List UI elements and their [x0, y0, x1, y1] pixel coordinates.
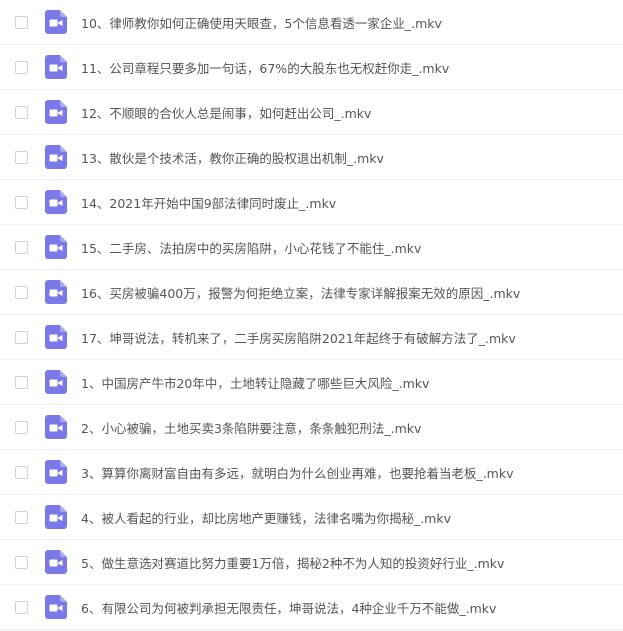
- file-name[interactable]: 4、被人看起的行业，却比房地产更赚钱，法律名嘴为你揭秘_.mkv: [81, 508, 451, 527]
- file-row[interactable]: 14、2021年开始中国9部法律同时废止_.mkv: [0, 180, 623, 225]
- file-name[interactable]: 16、买房被骗400万，报警为何拒绝立案，法律专家详解报案无效的原因_.mkv: [81, 283, 520, 302]
- row-checkbox[interactable]: [15, 150, 28, 164]
- row-checkbox[interactable]: [15, 15, 28, 29]
- file-row[interactable]: 13、散伙是个技术活，教你正确的股权退出机制_.mkv: [0, 135, 623, 180]
- row-checkbox[interactable]: [15, 420, 28, 434]
- file-name[interactable]: 15、二手房、法拍房中的买房陷阱，小心花钱了不能住_.mkv: [81, 238, 421, 257]
- video-file-icon: [45, 145, 67, 169]
- file-row[interactable]: 17、坤哥说法，转机来了，二手房买房陷阱2021年起终于有破解方法了_.mkv: [0, 315, 623, 360]
- file-name[interactable]: 14、2021年开始中国9部法律同时废止_.mkv: [81, 193, 336, 212]
- row-checkbox[interactable]: [15, 285, 28, 299]
- file-list: 10、律师教你如何正确使用天眼查，5个信息看透一家企业_.mkv 11、公司章程…: [0, 0, 623, 631]
- row-checkbox[interactable]: [15, 465, 28, 479]
- video-file-icon: [45, 190, 67, 214]
- video-file-icon: [45, 415, 67, 439]
- video-file-icon: [45, 235, 67, 259]
- file-row[interactable]: 3、算算你离财富自由有多远，就明白为什么创业再难，也要抢着当老板_.mkv: [0, 450, 623, 495]
- file-name[interactable]: 5、做生意选对赛道比努力重要1万倍，揭秘2种不为人知的投资好行业_.mkv: [81, 553, 504, 572]
- video-file-icon: [45, 10, 67, 34]
- file-row[interactable]: 15、二手房、法拍房中的买房陷阱，小心花钱了不能住_.mkv: [0, 225, 623, 270]
- file-name[interactable]: 3、算算你离财富自由有多远，就明白为什么创业再难，也要抢着当老板_.mkv: [81, 463, 514, 482]
- video-file-icon: [45, 505, 67, 529]
- file-name[interactable]: 12、不顺眼的合伙人总是闹事，如何赶出公司_.mkv: [81, 103, 371, 122]
- file-row[interactable]: 1、中国房产牛市20年中，土地转让隐藏了哪些巨大风险_.mkv: [0, 360, 623, 405]
- file-row[interactable]: 12、不顺眼的合伙人总是闹事，如何赶出公司_.mkv: [0, 90, 623, 135]
- video-file-icon: [45, 460, 67, 484]
- file-row[interactable]: 4、被人看起的行业，却比房地产更赚钱，法律名嘴为你揭秘_.mkv: [0, 495, 623, 540]
- row-checkbox[interactable]: [15, 375, 28, 389]
- video-file-icon: [45, 595, 67, 619]
- file-row[interactable]: 6、有限公司为何被判承担无限责任，坤哥说法，4种企业千万不能做_.mkv: [0, 585, 623, 630]
- row-checkbox[interactable]: [15, 240, 28, 254]
- video-file-icon: [45, 55, 67, 79]
- file-name[interactable]: 10、律师教你如何正确使用天眼查，5个信息看透一家企业_.mkv: [81, 13, 442, 32]
- video-file-icon: [45, 280, 67, 304]
- video-file-icon: [45, 325, 67, 349]
- row-checkbox[interactable]: [15, 330, 28, 344]
- file-row[interactable]: 10、律师教你如何正确使用天眼查，5个信息看透一家企业_.mkv: [0, 0, 623, 45]
- video-file-icon: [45, 370, 67, 394]
- file-name[interactable]: 1、中国房产牛市20年中，土地转让隐藏了哪些巨大风险_.mkv: [81, 373, 429, 392]
- file-row[interactable]: 11、公司章程只要多加一句话，67%的大股东也无权赶你走_.mkv: [0, 45, 623, 90]
- file-name[interactable]: 11、公司章程只要多加一句话，67%的大股东也无权赶你走_.mkv: [81, 58, 449, 77]
- row-checkbox[interactable]: [15, 510, 28, 524]
- video-file-icon: [45, 550, 67, 574]
- row-checkbox[interactable]: [15, 105, 28, 119]
- file-row[interactable]: 16、买房被骗400万，报警为何拒绝立案，法律专家详解报案无效的原因_.mkv: [0, 270, 623, 315]
- file-row[interactable]: 5、做生意选对赛道比努力重要1万倍，揭秘2种不为人知的投资好行业_.mkv: [0, 540, 623, 585]
- row-checkbox[interactable]: [15, 195, 28, 209]
- file-name[interactable]: 17、坤哥说法，转机来了，二手房买房陷阱2021年起终于有破解方法了_.mkv: [81, 328, 516, 347]
- file-row[interactable]: 2、小心被骗，土地买卖3条陷阱要注意，条条触犯刑法_.mkv: [0, 405, 623, 450]
- file-name[interactable]: 13、散伙是个技术活，教你正确的股权退出机制_.mkv: [81, 148, 384, 167]
- file-name[interactable]: 2、小心被骗，土地买卖3条陷阱要注意，条条触犯刑法_.mkv: [81, 418, 421, 437]
- video-file-icon: [45, 100, 67, 124]
- row-checkbox[interactable]: [15, 60, 28, 74]
- row-checkbox[interactable]: [15, 555, 28, 569]
- file-name[interactable]: 6、有限公司为何被判承担无限责任，坤哥说法，4种企业千万不能做_.mkv: [81, 598, 496, 617]
- row-checkbox[interactable]: [15, 600, 28, 614]
